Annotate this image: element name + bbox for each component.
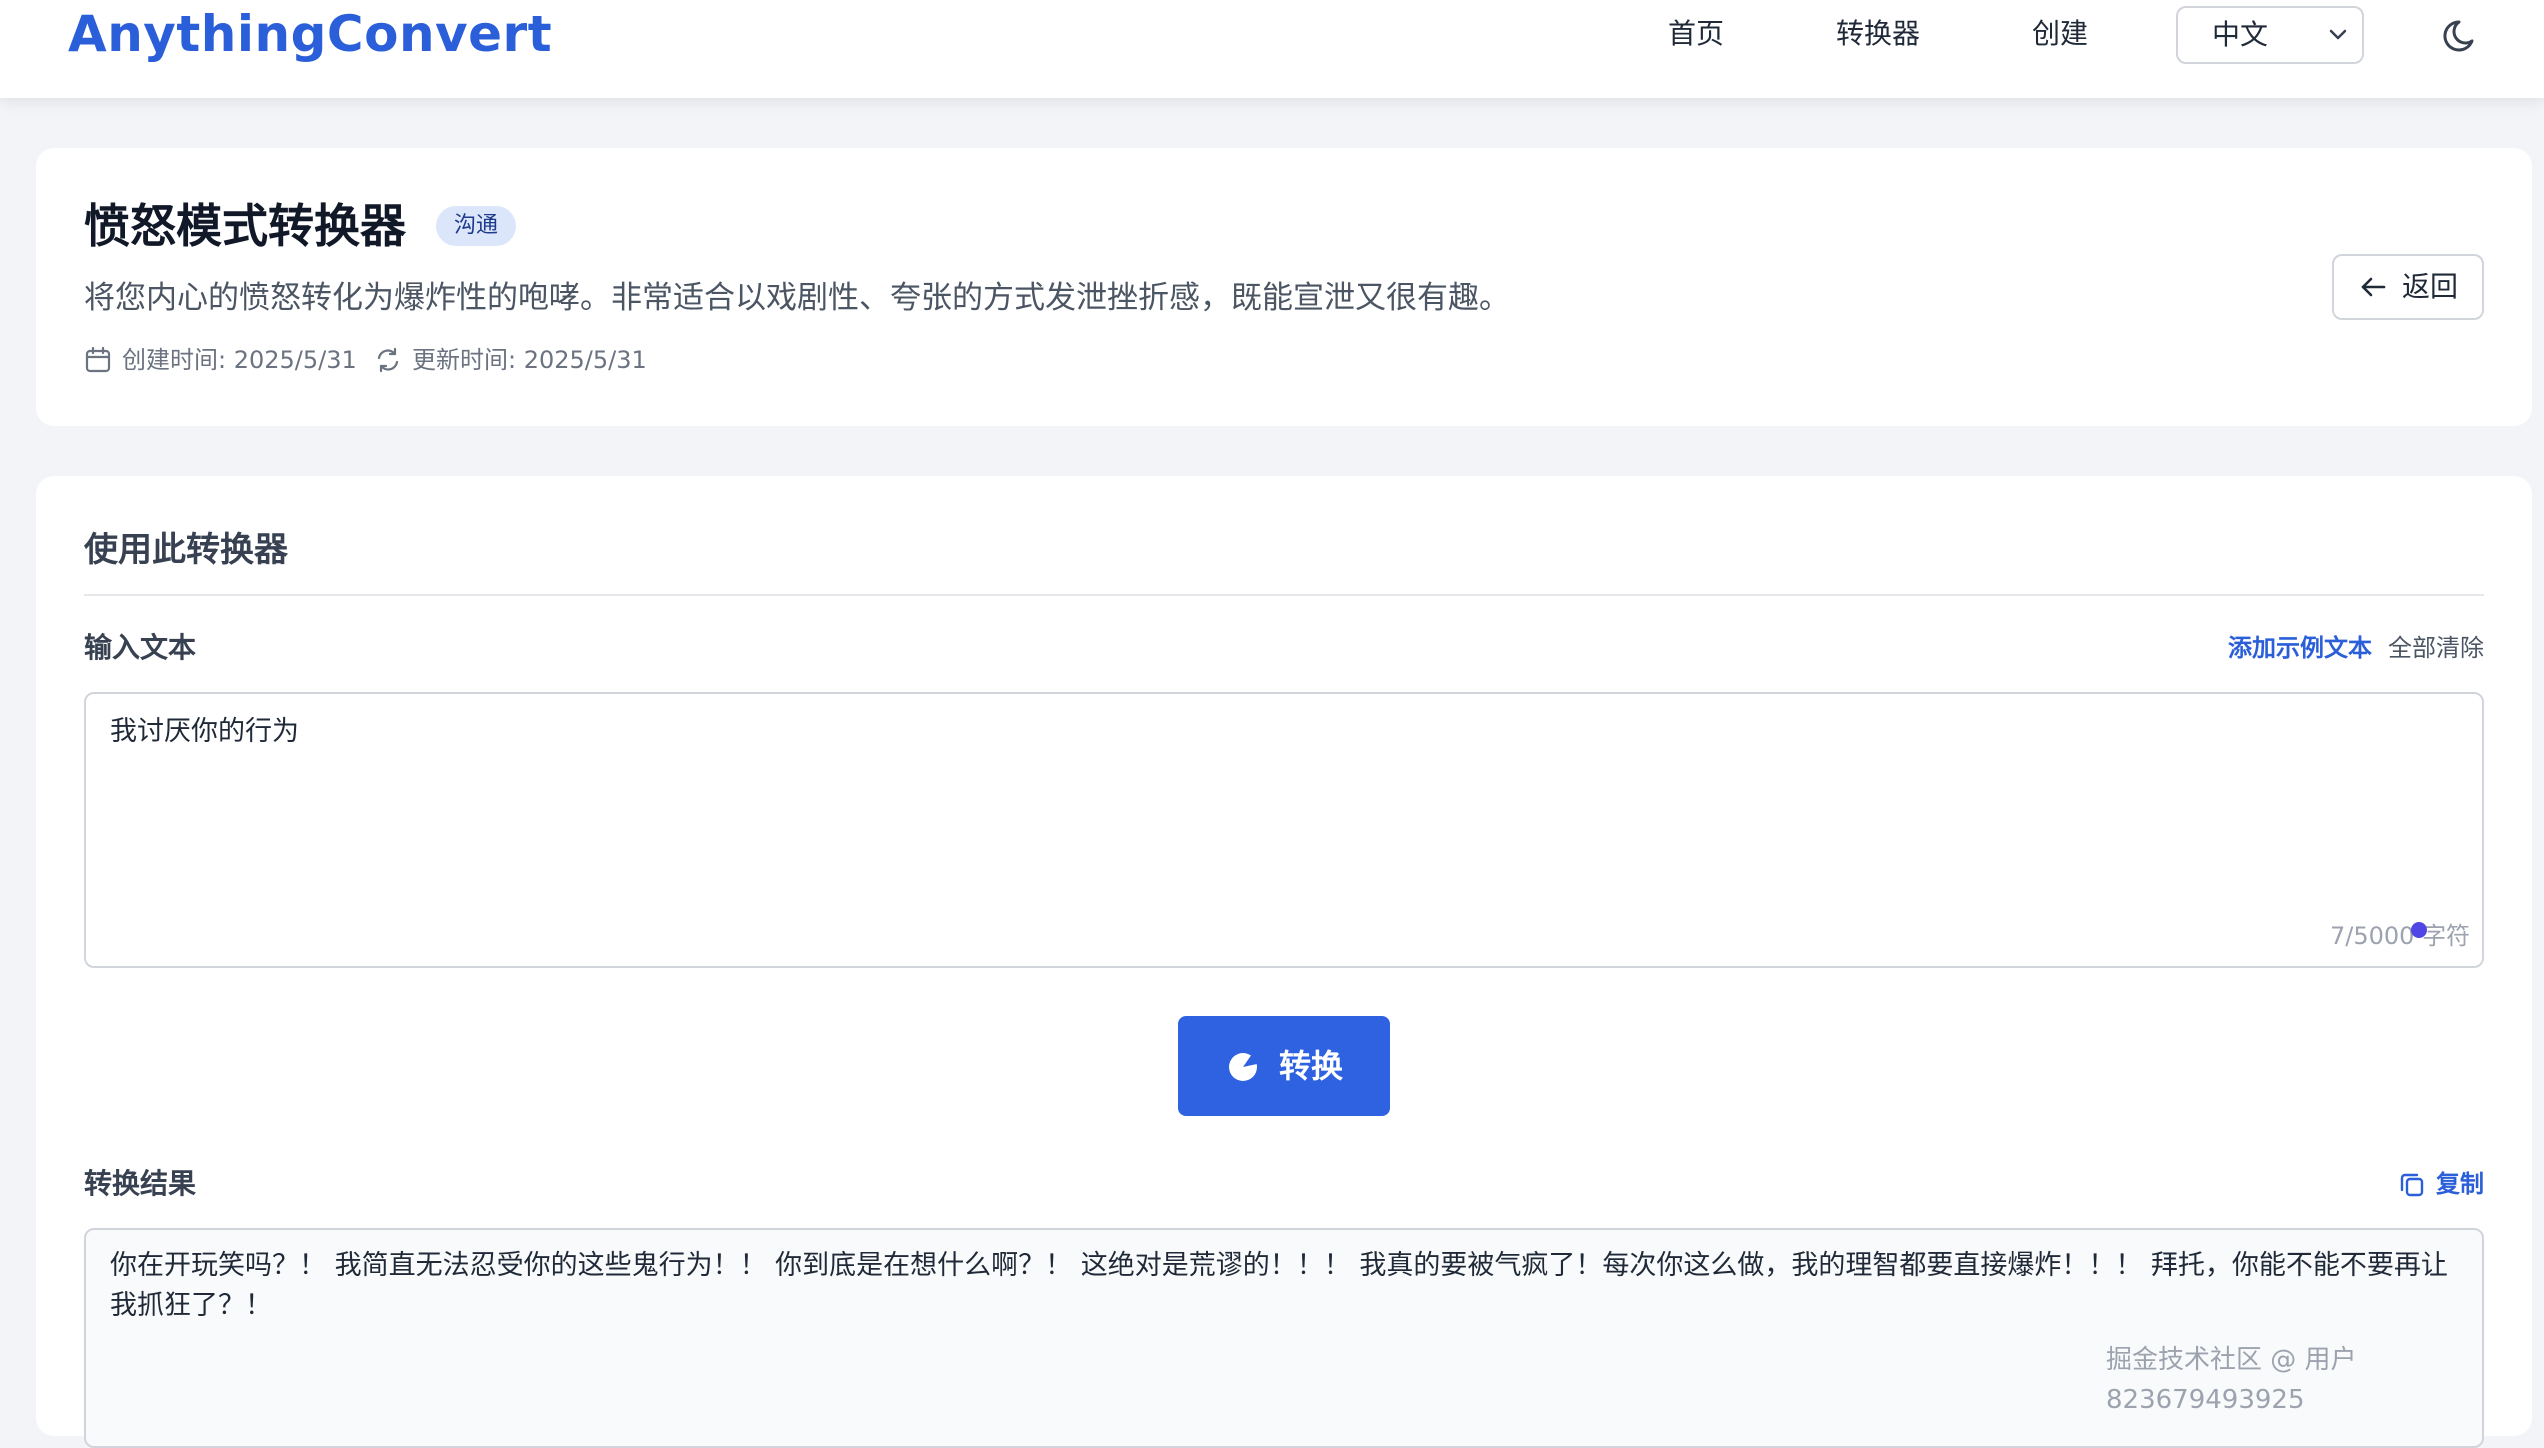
watermark: 掘金技术社区 @ 用户823679493925	[2106, 1345, 2357, 1415]
copy-button-label: 复制	[2436, 1170, 2484, 1198]
back-button-label: 返回	[2401, 270, 2458, 303]
nav-converters[interactable]: 转换器	[1836, 12, 1920, 56]
back-button[interactable]: 返回	[2332, 254, 2484, 320]
created-date: 创建时间: 2025/5/31	[84, 342, 357, 378]
convert-button-label: 转换	[1278, 1047, 1343, 1085]
copy-icon	[2400, 1173, 2424, 1197]
page-title: 愤怒模式转换器	[84, 199, 406, 253]
cursor-dot	[2411, 922, 2427, 938]
section-title: 使用此转换器	[84, 530, 288, 570]
chevron-down-icon	[2329, 29, 2347, 40]
divider	[84, 594, 2484, 596]
language-select-value: 中文	[2212, 18, 2269, 51]
converter-description: 将您内心的愤怒转化为爆炸性的咆哮。非常适合以戏剧性、夸张的方式发泄挫折感，既能宣…	[84, 280, 1510, 316]
top-nav-bar: AnythingConvert 首页 转换器 创建 中文	[0, 0, 2544, 98]
updated-date-text: 更新时间: 2025/5/31	[412, 346, 647, 374]
moon-icon[interactable]	[2440, 14, 2484, 58]
clear-all-button[interactable]: 全部清除	[2388, 626, 2484, 670]
refresh-icon	[377, 347, 399, 373]
convert-button[interactable]: 转换	[1178, 1016, 1390, 1116]
nav-create[interactable]: 创建	[2032, 12, 2088, 56]
character-counter: 7/5000 字符	[2330, 922, 2471, 950]
copy-button[interactable]: 复制	[2398, 1162, 2484, 1206]
category-tag: 沟通	[436, 206, 516, 246]
spark-icon	[1228, 1053, 1257, 1081]
nav-home[interactable]: 首页	[1668, 12, 1724, 56]
created-date-text: 创建时间: 2025/5/31	[122, 346, 357, 374]
result-label: 转换结果	[84, 1167, 197, 1200]
calendar-icon	[85, 346, 111, 373]
arrow-left-icon	[2361, 277, 2386, 297]
input-label: 输入文本	[84, 631, 197, 664]
updated-date: 更新时间: 2025/5/31	[374, 342, 647, 378]
input-textarea[interactable]: 我讨厌你的行为	[84, 692, 2484, 968]
logo[interactable]: AnythingConvert	[68, 2, 552, 66]
add-example-button[interactable]: 添加示例文本	[2228, 626, 2372, 670]
language-select[interactable]: 中文	[2176, 6, 2364, 64]
